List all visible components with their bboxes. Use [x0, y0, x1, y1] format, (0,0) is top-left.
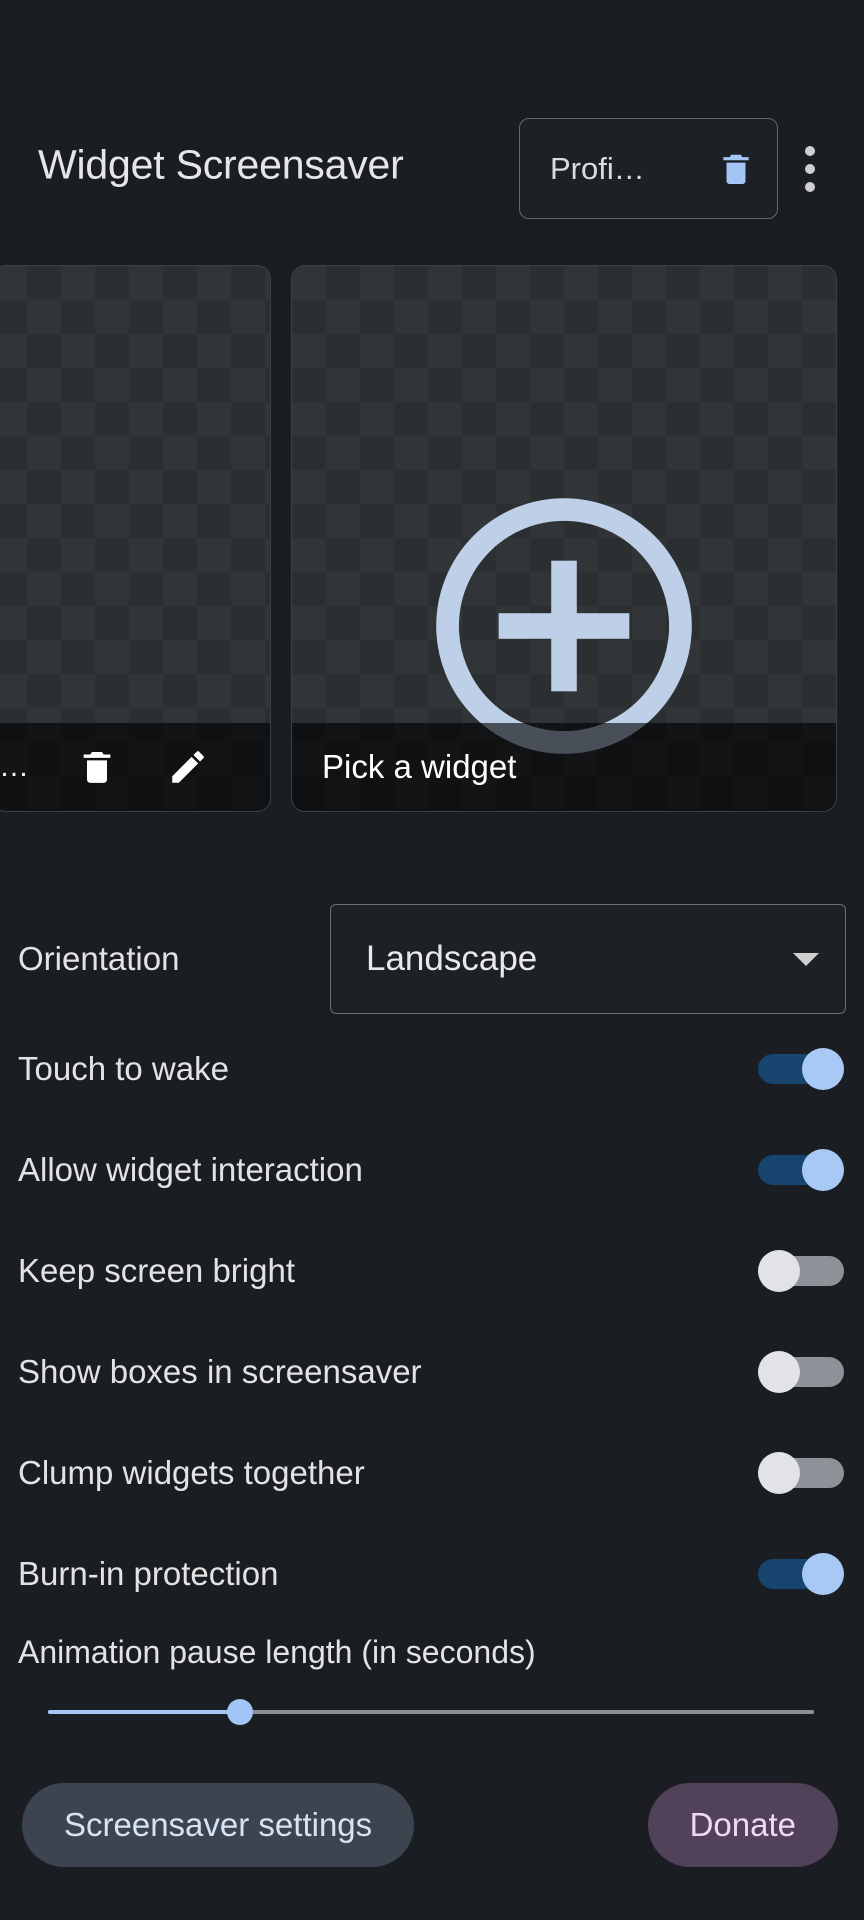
- setting-row-keep-screen-bright: Keep screen bright: [0, 1220, 864, 1321]
- touch-to-wake-label: Touch to wake: [18, 1049, 229, 1087]
- keep-screen-bright-toggle[interactable]: [758, 1249, 844, 1292]
- orientation-label: Orientation: [18, 940, 180, 977]
- more-vertical-icon[interactable]: [805, 146, 815, 192]
- allow-widget-interaction-label: Allow widget interaction: [18, 1150, 363, 1188]
- menu-dot-3: [805, 182, 815, 192]
- toggle-thumb: [758, 1451, 800, 1494]
- trash-icon[interactable]: [717, 147, 755, 191]
- orientation-value: Landscape: [366, 939, 538, 978]
- widget-card-label: …: [0, 750, 29, 783]
- setting-row-animation-pause-label: Animation pause length (in seconds): [0, 1624, 864, 1680]
- pick-widget-footer: Pick a widget: [292, 723, 836, 811]
- slider-fill: [48, 1710, 240, 1714]
- page-title: Widget Screensaver: [38, 141, 404, 188]
- animation-pause-label: Animation pause length (in seconds): [18, 1633, 536, 1670]
- pick-widget-label: Pick a widget: [322, 748, 517, 785]
- touch-to-wake-toggle[interactable]: [758, 1047, 844, 1090]
- chevron-down-icon: [793, 952, 819, 966]
- setting-row-orientation: Orientation Landscape: [0, 900, 864, 1018]
- screensaver-settings-button[interactable]: Screensaver settings: [22, 1783, 415, 1867]
- toggle-thumb: [758, 1350, 800, 1393]
- keep-screen-bright-label: Keep screen bright: [18, 1251, 296, 1289]
- menu-dot-1: [805, 146, 815, 156]
- setting-row-clump-widgets: Clump widgets together: [0, 1422, 864, 1523]
- orientation-dropdown[interactable]: Landscape: [330, 904, 846, 1014]
- slider-thumb[interactable]: [226, 1699, 253, 1725]
- settings-list: Orientation Landscape Touch to wake Allo…: [0, 900, 864, 1744]
- setting-row-allow-widget-interaction: Allow widget interaction: [0, 1119, 864, 1220]
- widget-card-toolbar: …: [0, 723, 270, 811]
- toggle-thumb: [758, 1249, 800, 1292]
- widget-card-pick[interactable]: Pick a widget: [291, 265, 837, 812]
- trash-icon[interactable]: [77, 744, 117, 790]
- show-boxes-toggle[interactable]: [758, 1350, 844, 1393]
- profile-chip-label: Profi…: [550, 150, 645, 186]
- clump-widgets-label: Clump widgets together: [18, 1453, 365, 1491]
- animation-pause-slider-row: [0, 1680, 864, 1744]
- toggle-thumb: [802, 1552, 844, 1595]
- toggle-thumb: [802, 1148, 844, 1191]
- burn-in-protection-label: Burn-in protection: [18, 1554, 279, 1592]
- burn-in-protection-toggle[interactable]: [758, 1552, 844, 1595]
- widget-card-existing[interactable]: …: [0, 265, 271, 812]
- allow-widget-interaction-toggle[interactable]: [758, 1148, 844, 1191]
- show-boxes-label: Show boxes in screensaver: [18, 1352, 422, 1390]
- profile-selector-chip[interactable]: Profi…: [519, 118, 778, 219]
- menu-dot-2: [805, 164, 815, 174]
- toggle-thumb: [802, 1047, 844, 1090]
- clump-widgets-toggle[interactable]: [758, 1451, 844, 1494]
- pencil-icon[interactable]: [167, 745, 209, 789]
- setting-row-touch-to-wake: Touch to wake: [0, 1018, 864, 1119]
- animation-pause-slider[interactable]: [48, 1699, 814, 1725]
- setting-row-burn-in-protection: Burn-in protection: [0, 1523, 864, 1624]
- donate-button[interactable]: Donate: [647, 1783, 838, 1867]
- setting-row-show-boxes: Show boxes in screensaver: [0, 1321, 864, 1422]
- bottom-action-bar: Screensaver settings Donate: [0, 1775, 864, 1875]
